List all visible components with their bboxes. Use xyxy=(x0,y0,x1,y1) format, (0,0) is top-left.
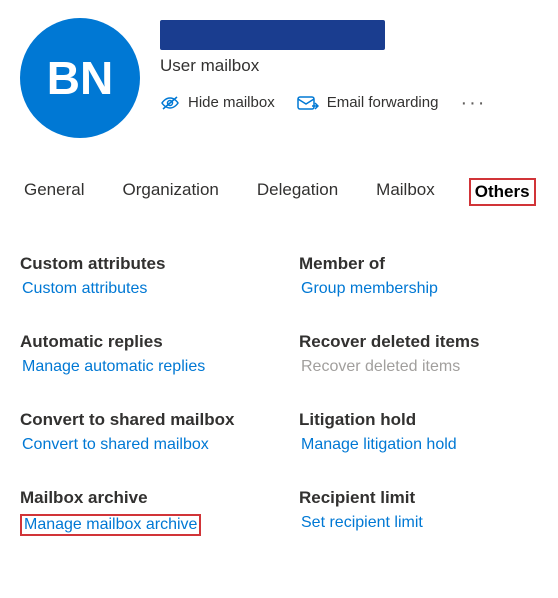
automatic-replies-title: Automatic replies xyxy=(20,332,259,352)
tab-general[interactable]: General xyxy=(20,178,88,206)
section-recipient-limit: Recipient limit Set recipient limit xyxy=(299,488,538,536)
manage-mailbox-archive-link[interactable]: Manage mailbox archive xyxy=(20,514,201,536)
litigation-hold-title: Litigation hold xyxy=(299,410,538,430)
section-mailbox-archive: Mailbox archive Manage mailbox archive xyxy=(20,488,259,536)
custom-attributes-title: Custom attributes xyxy=(20,254,259,274)
custom-attributes-link[interactable]: Custom attributes xyxy=(20,280,149,298)
recover-deleted-title: Recover deleted items xyxy=(299,332,538,352)
section-automatic-replies: Automatic replies Manage automatic repli… xyxy=(20,332,259,376)
tab-organization[interactable]: Organization xyxy=(118,178,222,206)
hide-mailbox-label: Hide mailbox xyxy=(188,94,275,111)
mail-forward-icon xyxy=(297,95,319,111)
avatar-initials: BN xyxy=(47,51,113,105)
recover-deleted-items-link: Recover deleted items xyxy=(299,358,462,376)
recipient-limit-title: Recipient limit xyxy=(299,488,538,508)
tab-delegation[interactable]: Delegation xyxy=(253,178,342,206)
section-litigation-hold: Litigation hold Manage litigation hold xyxy=(299,410,538,454)
member-of-title: Member of xyxy=(299,254,538,274)
set-recipient-limit-link[interactable]: Set recipient limit xyxy=(299,514,425,532)
manage-automatic-replies-link[interactable]: Manage automatic replies xyxy=(20,358,207,376)
section-convert-shared: Convert to shared mailbox Convert to sha… xyxy=(20,410,259,454)
tabs: General Organization Delegation Mailbox … xyxy=(20,178,538,206)
convert-to-shared-mailbox-link[interactable]: Convert to shared mailbox xyxy=(20,436,211,454)
more-actions-button[interactable]: ··· xyxy=(460,98,486,108)
section-recover-deleted: Recover deleted items Recover deleted it… xyxy=(299,332,538,376)
hide-mailbox-button[interactable]: Hide mailbox xyxy=(160,94,275,111)
mailbox-type: User mailbox xyxy=(160,56,538,76)
mailbox-archive-title: Mailbox archive xyxy=(20,488,259,508)
tab-others[interactable]: Others xyxy=(469,178,536,206)
section-member-of: Member of Group membership xyxy=(299,254,538,298)
header: BN User mailbox Hide mailbox xyxy=(20,18,538,138)
header-right: User mailbox Hide mailbox xyxy=(160,18,538,111)
user-name-redacted xyxy=(160,20,385,50)
eye-hidden-icon xyxy=(160,95,180,111)
tab-mailbox[interactable]: Mailbox xyxy=(372,178,439,206)
avatar: BN xyxy=(20,18,140,138)
convert-shared-title: Convert to shared mailbox xyxy=(20,410,259,430)
section-custom-attributes: Custom attributes Custom attributes xyxy=(20,254,259,298)
group-membership-link[interactable]: Group membership xyxy=(299,280,440,298)
email-forwarding-label: Email forwarding xyxy=(327,94,439,111)
email-forwarding-button[interactable]: Email forwarding xyxy=(297,94,439,111)
header-actions: Hide mailbox Email forwarding ··· xyxy=(160,94,538,111)
settings-grid: Custom attributes Custom attributes Memb… xyxy=(20,254,538,536)
manage-litigation-hold-link[interactable]: Manage litigation hold xyxy=(299,436,459,454)
